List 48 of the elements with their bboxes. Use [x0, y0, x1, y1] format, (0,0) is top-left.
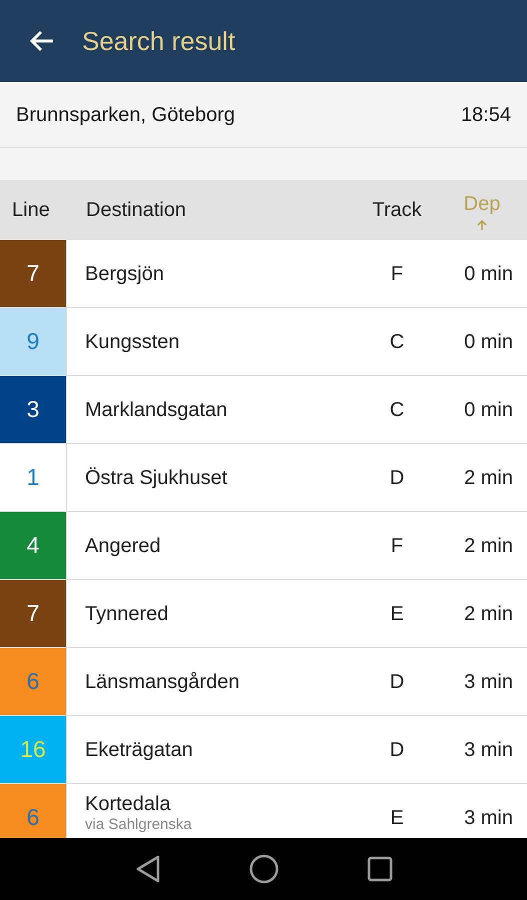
track-letter: C	[390, 330, 404, 354]
track-letter: D	[390, 466, 404, 490]
departure-time: 3 min	[464, 806, 513, 830]
track-letter: E	[390, 806, 404, 830]
column-header[interactable]: Destination	[86, 195, 186, 225]
line-number: 7	[26, 599, 40, 628]
back-arrow-icon	[29, 29, 55, 53]
departure-time: 2 min	[464, 602, 513, 626]
departure-time: 2 min	[464, 534, 513, 558]
track-letter: D	[390, 670, 404, 694]
destination-name: Kortedala	[85, 792, 172, 816]
line-number: 1	[26, 463, 40, 492]
line-number: 7	[26, 259, 40, 288]
via-text: via Sahlgrenska	[85, 816, 193, 834]
line-number: 4	[26, 531, 40, 560]
destination-name: Tynnered	[85, 602, 170, 626]
home-circle-icon[interactable]	[248, 854, 278, 884]
column-header[interactable]: Track	[372, 195, 422, 225]
departure-time: 3 min	[464, 738, 513, 762]
destination-name: Bergsjön	[85, 262, 165, 286]
destination-name: Eketrägatan	[85, 738, 194, 762]
column-header[interactable]: Line	[12, 195, 50, 225]
departure-time: 0 min	[464, 398, 513, 422]
line-number: 16	[20, 735, 46, 764]
destination-name: Marklandsgatan	[85, 398, 228, 422]
departure-time: 0 min	[464, 262, 513, 286]
destination-name: Kungssten	[85, 330, 181, 354]
line-number: 3	[26, 395, 40, 424]
destination-name: Östra Sjukhuset	[85, 466, 228, 490]
line-number: 9	[26, 327, 40, 356]
destination-name: Länsmansgården	[85, 670, 241, 694]
track-letter: C	[390, 398, 404, 422]
current-time: 18:54	[460, 102, 511, 128]
departure-time: 3 min	[464, 670, 513, 694]
departure-time: 2 min	[464, 466, 513, 490]
overview-square-icon[interactable]	[366, 856, 392, 882]
track-letter: D	[390, 738, 404, 762]
departure-time: 0 min	[464, 330, 513, 354]
screen-title: Search result	[82, 24, 236, 58]
back-triangle-icon[interactable]	[134, 855, 160, 883]
track-letter: F	[390, 262, 404, 286]
line-number: 6	[26, 803, 40, 832]
destination-name: Angered	[85, 534, 162, 558]
track-letter: E	[390, 602, 404, 626]
track-letter: F	[390, 534, 404, 558]
stop-name: Brunnsparken, Göteborg	[16, 102, 236, 128]
sort-ascending-icon	[476, 219, 488, 231]
line-number: 6	[26, 667, 40, 696]
